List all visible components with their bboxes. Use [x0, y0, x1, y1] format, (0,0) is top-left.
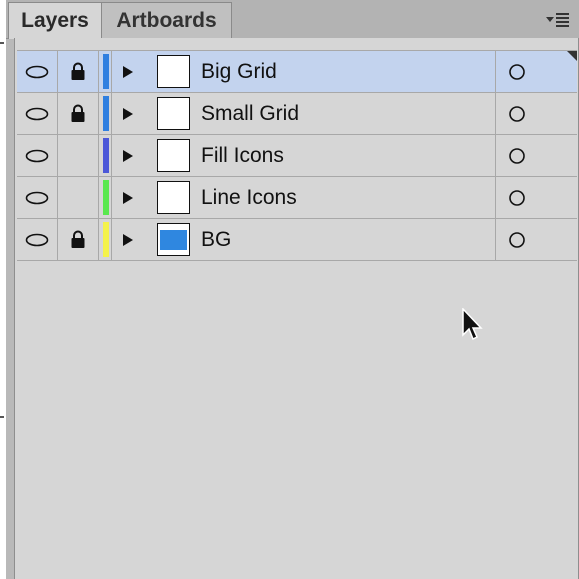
layer-name[interactable]: BG [201, 219, 231, 260]
triangle-right-icon[interactable] [113, 177, 143, 218]
layer-thumbnail [155, 219, 191, 260]
lock-icon[interactable] [58, 93, 99, 134]
layer-name[interactable]: Big Grid [201, 51, 277, 92]
layer-name[interactable]: Small Grid [201, 93, 299, 134]
triangle-right-icon[interactable] [113, 135, 143, 176]
triangle-right-icon[interactable] [113, 93, 143, 134]
panel-menu-icon[interactable] [545, 10, 571, 28]
arrow-cursor-icon [462, 307, 484, 347]
layer-color-swatch [101, 51, 111, 92]
column-divider [111, 177, 112, 218]
ruler-tick [0, 42, 4, 44]
layer-thumbnail [155, 93, 191, 134]
circle-target-icon[interactable] [495, 93, 538, 134]
circle-target-icon[interactable] [495, 177, 538, 218]
circle-target-icon[interactable] [495, 135, 538, 176]
ruler-tick [0, 416, 4, 418]
tab-artboards[interactable]: Artboards [102, 2, 232, 38]
layer-row[interactable]: Fill Icons [17, 135, 577, 177]
layer-color-swatch [101, 135, 111, 176]
triangle-right-icon[interactable] [113, 51, 143, 92]
layer-name[interactable]: Line Icons [201, 177, 297, 218]
tab-layers[interactable]: Layers [8, 2, 102, 39]
layer-color-swatch [101, 177, 111, 218]
lock-icon[interactable] [58, 51, 99, 92]
eye-icon[interactable] [17, 93, 58, 134]
circle-target-icon[interactable] [495, 51, 538, 92]
column-divider [111, 219, 112, 260]
eye-icon[interactable] [17, 177, 58, 218]
layer-row[interactable]: Line Icons [17, 177, 577, 219]
layer-row[interactable]: Small Grid [17, 93, 577, 135]
layer-row[interactable]: Big Grid [17, 51, 577, 93]
eye-icon[interactable] [17, 219, 58, 260]
layers-list-area: Big Grid Small Grid Fill Icons Line Icons BG [14, 38, 579, 579]
selection-corner-indicator [567, 51, 577, 61]
eye-icon[interactable] [17, 51, 58, 92]
circle-target-icon[interactable] [495, 219, 538, 260]
lock-toggle[interactable] [58, 177, 99, 218]
layers-list: Big Grid Small Grid Fill Icons Line Icons BG [17, 50, 577, 261]
layer-color-swatch [101, 219, 111, 260]
eye-icon[interactable] [17, 135, 58, 176]
panel-tab-bar: Layers Artboards [6, 0, 579, 39]
layer-name[interactable]: Fill Icons [201, 135, 284, 176]
column-divider [111, 51, 112, 92]
layer-thumbnail [155, 177, 191, 218]
column-divider [111, 135, 112, 176]
layer-color-swatch [101, 93, 111, 134]
layers-panel: Layers Artboards Big Grid Small Grid Fill … [6, 0, 579, 579]
layer-thumbnail [155, 51, 191, 92]
lock-icon[interactable] [58, 219, 99, 260]
column-divider [111, 93, 112, 134]
lock-toggle[interactable] [58, 135, 99, 176]
layer-thumbnail [155, 135, 191, 176]
layer-row[interactable]: BG [17, 219, 577, 261]
triangle-right-icon[interactable] [113, 219, 143, 260]
